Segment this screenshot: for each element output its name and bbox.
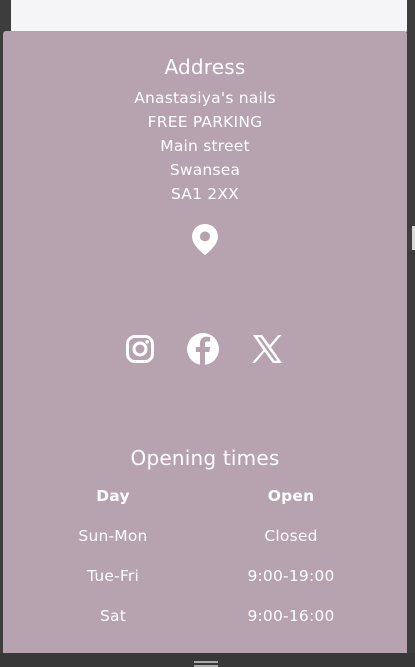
address-line-city: Swansea (169, 161, 241, 179)
hours-row: Sun-Mon Closed (3, 525, 407, 547)
drag-handle-icon[interactable] (194, 661, 218, 667)
x-icon[interactable] (250, 332, 284, 366)
address-title: Address (164, 55, 246, 79)
address-line-parking: FREE PARKING (147, 113, 263, 131)
day-column-header: Day (96, 487, 130, 505)
open-cell: Closed (264, 527, 318, 545)
top-card (11, 0, 407, 34)
footer-panel: Address Anastasiya's nails FREE PARKING … (3, 31, 407, 653)
day-cell: Sun-Mon (78, 527, 148, 545)
facebook-icon[interactable] (186, 332, 220, 366)
hours-row: Sat 9:00-16:00 (3, 605, 407, 627)
map-pin-icon[interactable] (191, 223, 219, 256)
address-line-business: Anastasiya's nails (134, 89, 276, 107)
day-cell: Sat (99, 607, 126, 625)
day-cell: Tue-Fri (87, 567, 139, 585)
address-line-street: Main street (160, 137, 250, 155)
hours-row: Tue-Fri 9:00-19:00 (3, 565, 407, 587)
open-cell: 9:00-19:00 (247, 567, 335, 585)
instagram-icon[interactable] (123, 332, 157, 366)
address-line-postcode: SA1 2XX (170, 185, 240, 203)
open-cell: 9:00-16:00 (247, 607, 335, 625)
open-column-header: Open (267, 487, 315, 505)
hours-header-row: Day Open (3, 485, 407, 507)
opening-times-title: Opening times (130, 446, 280, 470)
